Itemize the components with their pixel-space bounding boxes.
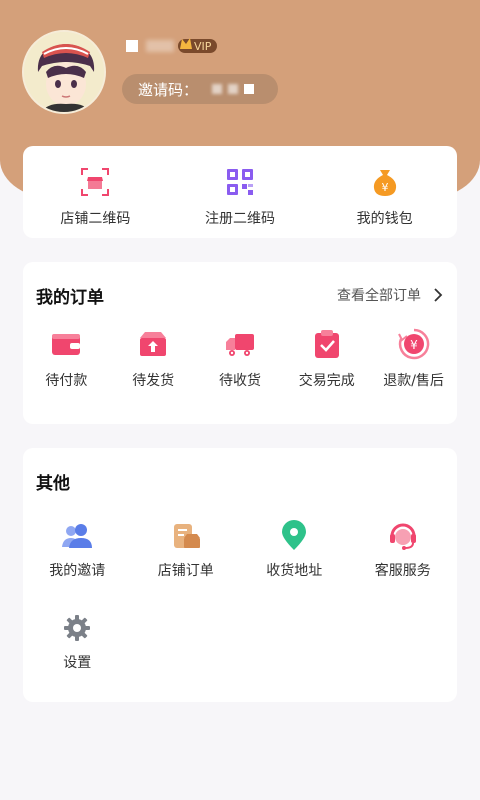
other-grid: 我的邀请 店铺订单 收货地址 客服服务 设置 (23, 514, 457, 704)
invite-code-label: 邀请码： (138, 80, 199, 99)
pending-receipt-label: 待收货 (218, 373, 261, 389)
my-orders-card: 我的订单 查看全部订单 待付款 待发货 待收货 交易完成 ¥ 退款/售后 (23, 262, 457, 424)
order-status-row: 待付款 待发货 待收货 交易完成 ¥ 退款/售后 (23, 328, 457, 390)
other-card: 其他 我的邀请 店铺订单 收货地址 客服服务 设置 (23, 448, 457, 702)
pending-receipt-button[interactable]: 待收货 (197, 328, 284, 390)
user-name-row: VIP (126, 38, 218, 54)
invite-users-icon (62, 524, 93, 548)
my-invites-label: 我的邀请 (49, 563, 106, 579)
vip-label: VIP (194, 39, 212, 53)
avatar-illustration (24, 32, 104, 112)
user-name-blurred (146, 40, 174, 52)
my-orders-header: 我的订单 查看全部订单 (23, 262, 457, 328)
store-qrcode-button[interactable]: 店铺二维码 (23, 146, 168, 238)
user-name-masked (126, 40, 138, 52)
view-all-orders-label: 查看全部订单 (337, 288, 421, 304)
completed-button[interactable]: 交易完成 (283, 328, 370, 390)
location-pin-icon (282, 520, 307, 550)
customer-service-label: 客服服务 (374, 563, 431, 579)
settings-button[interactable]: 设置 (23, 612, 132, 704)
store-qrcode-label: 店铺二维码 (60, 211, 131, 227)
svg-text:¥: ¥ (410, 338, 418, 352)
shipping-address-button[interactable]: 收货地址 (240, 520, 349, 612)
store-qrcode-icon (81, 168, 110, 196)
wallet-button[interactable]: ¥ 我的钱包 (312, 146, 457, 238)
view-all-orders-link[interactable]: 查看全部订单 (337, 285, 443, 305)
refund-button[interactable]: ¥ 退款/售后 (370, 328, 457, 390)
store-orders-icon (173, 524, 200, 548)
my-invites-button[interactable]: 我的邀请 (23, 520, 132, 612)
register-qrcode-icon (227, 169, 253, 195)
other-header: 其他 (23, 448, 457, 514)
pending-shipment-label: 待发货 (132, 373, 175, 389)
other-title: 其他 (36, 473, 70, 494)
quick-actions-card: 店铺二维码 注册二维码 ¥ 我的钱包 (23, 146, 457, 238)
crown-icon (180, 38, 192, 49)
completed-label: 交易完成 (298, 373, 355, 389)
my-orders-title: 我的订单 (36, 287, 104, 308)
pending-receipt-icon (225, 334, 254, 356)
pending-shipment-icon (140, 332, 167, 356)
pending-payment-button[interactable]: 待付款 (23, 328, 110, 390)
refund-icon: ¥ (397, 328, 429, 360)
svg-text:¥: ¥ (381, 181, 388, 194)
pending-payment-icon (52, 334, 81, 355)
gear-icon (64, 615, 91, 641)
register-qrcode-label: 注册二维码 (205, 211, 275, 227)
pending-payment-label: 待付款 (45, 373, 88, 389)
shipping-address-label: 收货地址 (266, 563, 323, 579)
chevron-right-icon (434, 288, 443, 302)
pending-shipment-button[interactable]: 待发货 (110, 328, 197, 390)
refund-label: 退款/售后 (383, 373, 444, 389)
avatar[interactable] (22, 30, 106, 114)
settings-label: 设置 (63, 655, 92, 671)
customer-service-button[interactable]: 客服服务 (349, 520, 458, 612)
invite-code-pill[interactable]: 邀请码： (122, 74, 278, 104)
invite-code-masked (212, 84, 255, 94)
wallet-label: 我的钱包 (356, 211, 413, 227)
store-orders-label: 店铺订单 (157, 563, 214, 579)
customer-service-icon (389, 523, 416, 550)
store-orders-button[interactable]: 店铺订单 (132, 520, 241, 612)
completed-icon (314, 330, 339, 358)
vip-badge: VIP (178, 38, 218, 53)
register-qrcode-button[interactable]: 注册二维码 (168, 146, 313, 238)
wallet-icon: ¥ (373, 170, 396, 196)
